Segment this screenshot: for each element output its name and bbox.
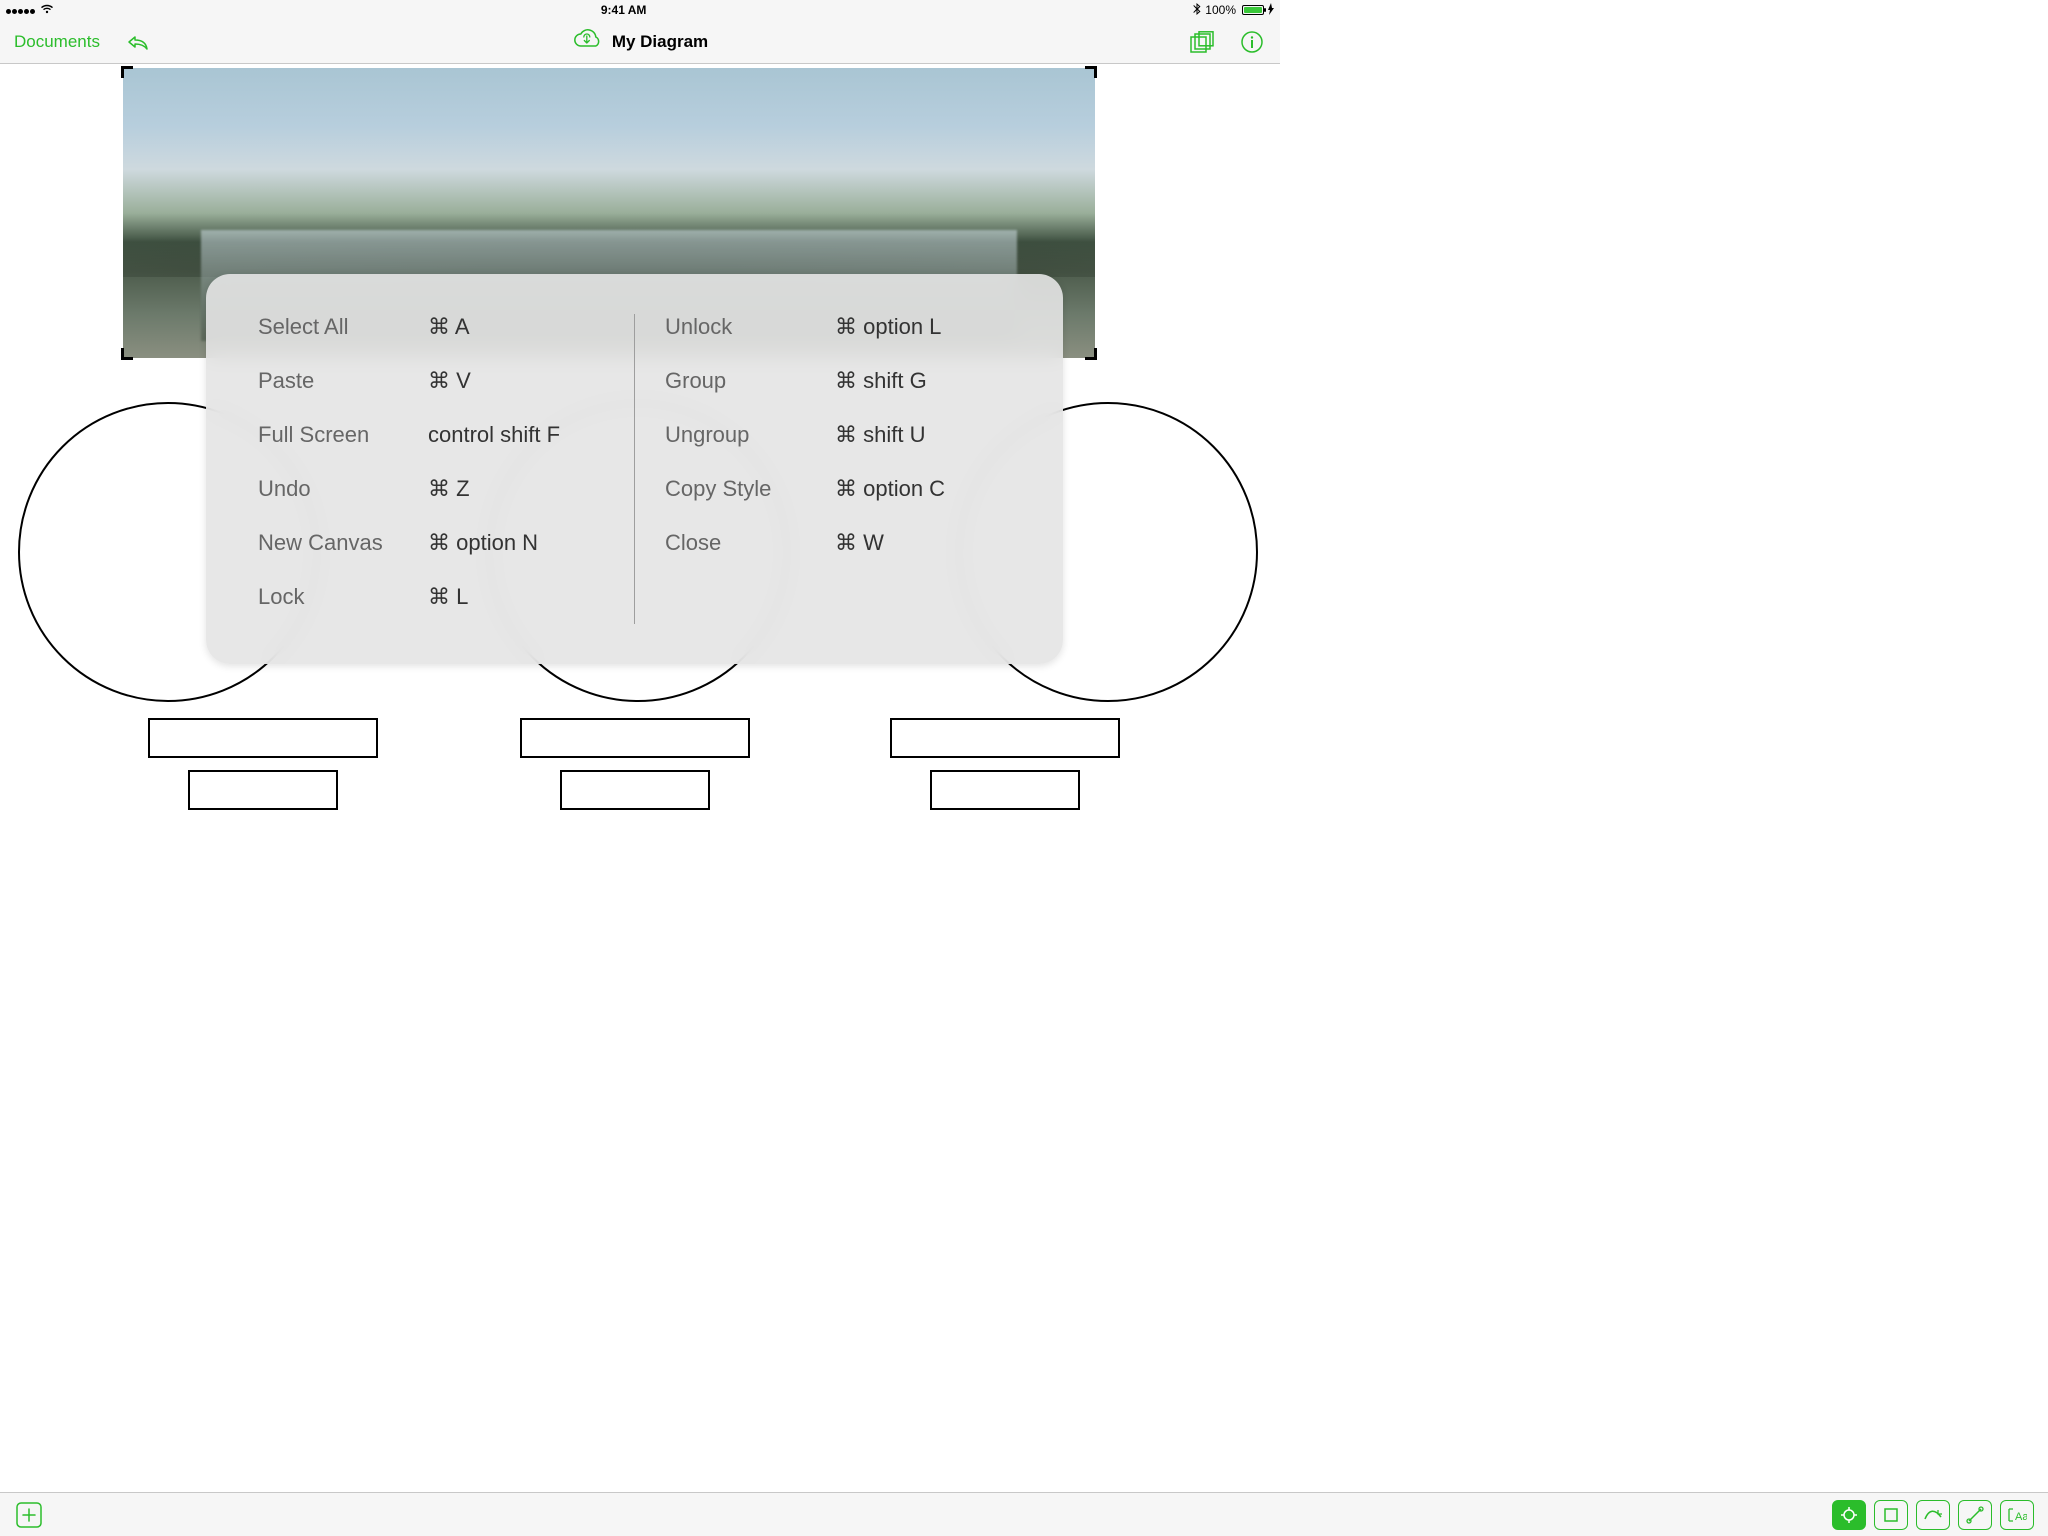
status-bar: 9:41 AM 100% (0, 0, 1280, 20)
shortcut-row: Close⌘ W (665, 530, 1011, 556)
rect-shape[interactable] (890, 718, 1120, 758)
bottom-toolbar: Aa (0, 1492, 2048, 1536)
shortcut-keys: ⌘ shift G (835, 368, 927, 394)
status-right: 100% (1193, 3, 1274, 18)
shortcut-row: Full Screencontrol shift F (258, 422, 604, 448)
status-time: 9:41 AM (54, 3, 1193, 17)
shortcut-label: Undo (258, 476, 428, 502)
shortcut-label: Lock (258, 584, 428, 610)
selection-handle-bl[interactable] (121, 348, 133, 360)
shortcut-row: Unlock⌘ option L (665, 314, 1011, 340)
shortcut-label: Close (665, 530, 835, 556)
selection-handle-br[interactable] (1085, 348, 1097, 360)
cloud-sync-icon[interactable] (572, 28, 602, 55)
document-title: My Diagram (612, 32, 708, 52)
rect-shape[interactable] (148, 718, 378, 758)
rect-shape[interactable] (520, 718, 750, 758)
shortcut-keys: ⌘ option L (835, 314, 941, 340)
drawing-tools: Aa (1832, 1500, 2034, 1530)
shortcut-row: Select All⌘ A (258, 314, 604, 340)
status-left (6, 3, 54, 17)
shortcut-keys: ⌘ V (428, 368, 471, 394)
canvas-area[interactable]: Select All⌘ A Paste⌘ V Full Screencontro… (0, 64, 1280, 896)
shortcut-keys: ⌘ option C (835, 476, 945, 502)
line-tool-button[interactable] (1958, 1500, 1992, 1530)
add-button[interactable] (14, 1500, 44, 1530)
shortcut-row: Lock⌘ L (258, 584, 604, 610)
shortcut-row: Group⌘ shift G (665, 368, 1011, 394)
shortcut-keys: ⌘ Z (428, 476, 470, 502)
shortcuts-left-column: Select All⌘ A Paste⌘ V Full Screencontro… (258, 314, 604, 624)
shortcut-keys: ⌘ A (428, 314, 470, 340)
info-icon[interactable] (1238, 28, 1266, 56)
signal-dots-icon (6, 3, 36, 17)
undo-icon[interactable] (124, 28, 152, 56)
shortcut-label: Unlock (665, 314, 835, 340)
svg-text:Aa: Aa (2015, 1511, 2027, 1523)
rect-shape[interactable] (930, 770, 1080, 810)
shortcut-label: Group (665, 368, 835, 394)
shortcut-row: Paste⌘ V (258, 368, 604, 394)
rect-shape[interactable] (560, 770, 710, 810)
shortcut-keys: control shift F (428, 422, 560, 448)
selection-handle-tl[interactable] (121, 66, 133, 78)
selection-handle-tr[interactable] (1085, 66, 1097, 78)
shortcut-row: New Canvas⌘ option N (258, 530, 604, 556)
shortcut-label: Select All (258, 314, 428, 340)
shape-tool-button[interactable] (1874, 1500, 1908, 1530)
documents-back-button[interactable]: Documents (14, 32, 100, 52)
bluetooth-icon (1193, 3, 1201, 18)
shortcut-row: Ungroup⌘ shift U (665, 422, 1011, 448)
charging-icon (1268, 3, 1274, 18)
nav-bar: Documents My Diagram (0, 20, 1280, 64)
canvases-icon[interactable] (1188, 28, 1216, 56)
shortcut-label: Paste (258, 368, 428, 394)
shortcut-row: Undo⌘ Z (258, 476, 604, 502)
wifi-icon (40, 3, 54, 17)
shortcut-label: Ungroup (665, 422, 835, 448)
rect-shape[interactable] (188, 770, 338, 810)
shortcut-keys: ⌘ L (428, 584, 468, 610)
shortcut-label: Full Screen (258, 422, 428, 448)
shortcut-keys: ⌘ shift U (835, 422, 925, 448)
shortcut-row: Copy Style⌘ option C (665, 476, 1011, 502)
shortcut-label: Copy Style (665, 476, 835, 502)
keyboard-shortcuts-overlay: Select All⌘ A Paste⌘ V Full Screencontro… (206, 274, 1063, 664)
freehand-tool-button[interactable] (1916, 1500, 1950, 1530)
battery-percent: 100% (1205, 3, 1236, 17)
battery-icon (1240, 5, 1264, 15)
shortcut-keys: ⌘ option N (428, 530, 538, 556)
selection-tool-button[interactable] (1832, 1500, 1866, 1530)
column-divider (634, 314, 635, 624)
shortcut-keys: ⌘ W (835, 530, 884, 556)
shortcuts-right-column: Unlock⌘ option L Group⌘ shift G Ungroup⌘… (665, 314, 1011, 624)
shortcut-label: New Canvas (258, 530, 428, 556)
text-tool-button[interactable]: Aa (2000, 1500, 2034, 1530)
